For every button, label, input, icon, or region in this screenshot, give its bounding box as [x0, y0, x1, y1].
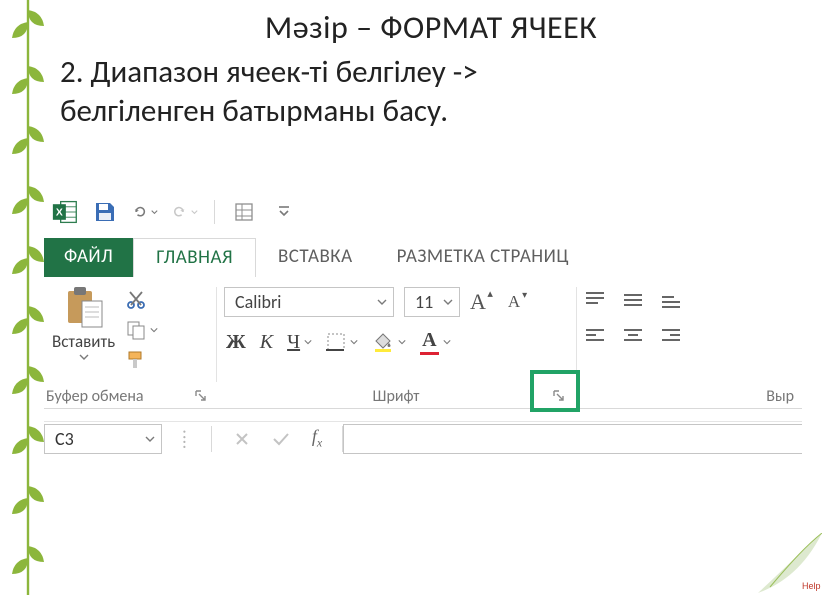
group-font: Calibri 11 A▴ A▾: [216, 283, 576, 408]
format-painter-button[interactable]: [125, 347, 158, 373]
redo-button[interactable]: [172, 199, 198, 225]
excel-logo-icon: X: [52, 199, 78, 225]
slide-title: Мәзір – ФОРМАТ ЯЧЕЕК: [50, 8, 812, 47]
underline-button[interactable]: Ч: [287, 331, 312, 354]
svg-text:X: X: [56, 207, 63, 218]
slide-body-line2: белгіленген батырманы басу.: [60, 92, 812, 131]
group-clipboard: Вставить: [44, 283, 216, 408]
align-middle-icon[interactable]: [622, 291, 644, 309]
copy-button[interactable]: [125, 317, 158, 343]
font-name-combo[interactable]: Calibri: [224, 287, 394, 317]
touch-mode-icon[interactable]: [231, 199, 257, 225]
formula-bar: C3 ⁞ fx: [44, 421, 802, 455]
group-font-label: Шрифт: [373, 387, 420, 406]
highlight-box: [530, 370, 580, 412]
paste-dropdown-icon[interactable]: [79, 354, 89, 360]
paste-icon[interactable]: [64, 285, 104, 329]
tab-file[interactable]: ФАЙЛ: [44, 238, 133, 278]
decrease-font-button[interactable]: A▾: [508, 292, 520, 312]
quick-access-toolbar: X: [44, 190, 802, 238]
group-clipboard-label: Буфер обмена: [46, 387, 144, 406]
accept-formula-icon[interactable]: [272, 431, 290, 447]
align-left-icon[interactable]: [584, 327, 606, 345]
ribbon-tabs: ФАЙЛ ГЛАВНАЯ ВСТАВКА РАЗМЕТКА СТРАНИЦ: [44, 238, 802, 278]
tab-page-layout[interactable]: РАЗМЕТКА СТРАНИЦ: [375, 238, 591, 278]
formula-input[interactable]: [343, 424, 802, 454]
bold-button[interactable]: Ж: [226, 331, 246, 354]
clipboard-dialog-launcher-icon[interactable]: [194, 389, 208, 403]
insert-function-button[interactable]: fx: [312, 426, 322, 451]
font-size-value: 11: [415, 291, 433, 313]
chevron-down-icon[interactable]: [145, 434, 155, 444]
tab-insert[interactable]: ВСТАВКА: [256, 238, 375, 278]
slide-body: 2. Диапазон ячеек-ті белгілеу -> белгіле…: [60, 53, 812, 131]
font-name-value: Calibri: [235, 291, 281, 313]
paste-label[interactable]: Вставить: [52, 331, 115, 352]
excel-window: X: [44, 190, 802, 520]
fill-color-button[interactable]: [372, 331, 406, 353]
align-bottom-icon[interactable]: [660, 291, 682, 309]
qat-customize-icon[interactable]: [271, 199, 297, 225]
help-label: Help: [802, 581, 821, 591]
slide-body-line1: 2. Диапазон ячеек-ті белгілеу ->: [60, 53, 812, 92]
page-curl-icon: Help: [752, 533, 822, 595]
group-alignment-label: Выр: [766, 387, 794, 406]
name-box-value: C3: [55, 428, 74, 450]
save-icon[interactable]: [92, 199, 118, 225]
name-box[interactable]: C3: [44, 424, 162, 454]
group-alignment: Выр: [576, 283, 802, 408]
tab-home[interactable]: ГЛАВНАЯ: [133, 238, 256, 278]
align-right-icon[interactable]: [660, 327, 682, 345]
undo-button[interactable]: [132, 199, 158, 225]
cut-button[interactable]: [125, 287, 158, 313]
borders-button[interactable]: [326, 332, 358, 352]
qat-separator: [214, 200, 215, 224]
align-top-icon[interactable]: [584, 291, 606, 309]
align-center-icon[interactable]: [622, 327, 644, 345]
cancel-formula-icon[interactable]: [234, 431, 250, 447]
italic-button[interactable]: К: [260, 331, 273, 354]
ribbon: Вставить: [44, 277, 802, 409]
font-size-combo[interactable]: 11: [404, 287, 460, 317]
increase-font-button[interactable]: A▴: [470, 289, 486, 315]
font-color-button[interactable]: A: [420, 329, 450, 355]
formula-more-icon[interactable]: ⁞: [182, 428, 189, 450]
